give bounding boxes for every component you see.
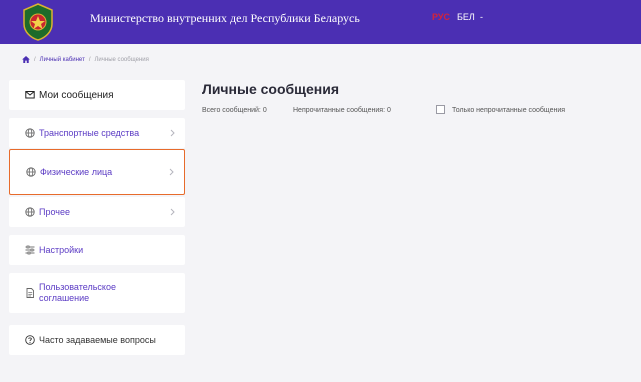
sidebar-item-label: Мои сообщения (39, 89, 114, 101)
sidebar-item-faq[interactable]: Часто задаваемые вопросы (9, 325, 185, 355)
sidebar-item-vehicles[interactable]: Транспортные средства (9, 118, 185, 148)
sidebar-item-label: Пользовательское соглашение (39, 282, 116, 303)
message-icon (25, 91, 35, 99)
chevron-right-icon (170, 129, 175, 137)
language-bel-link[interactable]: БЕЛ (457, 12, 475, 22)
breadcrumb-personal-cabinet[interactable]: Личный кабинет (40, 57, 85, 63)
globe-icon (25, 207, 35, 217)
sidebar-item-label: Прочее (39, 206, 70, 217)
breadcrumb: / Личный кабинет / Личные сообщения (22, 56, 149, 63)
organization-title: Министерство внутренних дел Республики Б… (90, 11, 360, 25)
sidebar-item-label: Настройки (39, 244, 84, 255)
breadcrumb-separator: / (34, 56, 36, 63)
sidebar-item-label: Часто задаваемые вопросы (39, 334, 156, 345)
coat-of-arms-logo[interactable] (18, 2, 58, 42)
sliders-icon (25, 245, 35, 255)
breadcrumb-separator: / (88, 56, 91, 63)
breadcrumb-current: Личные сообщения (94, 56, 149, 63)
chevron-right-icon (169, 168, 174, 176)
home-icon[interactable] (22, 56, 30, 63)
sidebar-item-settings[interactable]: Настройки (9, 235, 185, 265)
sidebar-item-individuals[interactable]: Физические лица (9, 149, 185, 195)
page-title: Личные сообщения (202, 81, 340, 97)
language-separator: - (480, 12, 483, 22)
document-icon (26, 288, 34, 298)
sidebar-item-label: Физические лица (40, 166, 113, 177)
unread-only-checkbox[interactable] (436, 105, 445, 114)
top-header: Министерство внутренних дел Республики Б… (0, 0, 641, 44)
sidebar-item-label: Транспортные средства (39, 127, 140, 138)
question-icon (25, 335, 35, 345)
chevron-right-icon (170, 208, 175, 216)
globe-icon (25, 128, 35, 138)
language-rus-link[interactable]: РУС (432, 12, 450, 22)
total-messages-count: Всего сообщений: 0 (202, 107, 267, 114)
unread-messages-count: Непрочитанные сообщения: 0 (293, 107, 391, 114)
sidebar-item-my-messages[interactable]: Мои сообщения (9, 80, 185, 110)
sidebar-item-user-agreement[interactable]: Пользовательское соглашение (9, 273, 185, 313)
globe-icon (26, 167, 36, 177)
unread-only-label[interactable]: Только непрочитанные сообщения (452, 107, 565, 114)
sidebar-item-other[interactable]: Прочее (9, 197, 185, 227)
